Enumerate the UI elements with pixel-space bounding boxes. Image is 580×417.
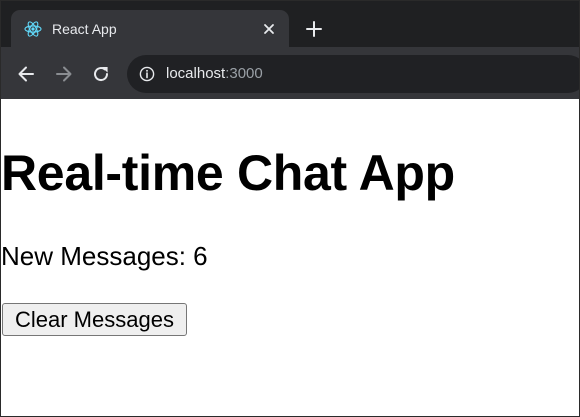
url-host: localhost: [166, 65, 226, 82]
info-icon[interactable]: [139, 66, 155, 82]
react-logo-icon: [24, 20, 42, 38]
close-tab-icon[interactable]: [260, 20, 278, 38]
browser-toolbar: localhost:3000: [1, 47, 579, 99]
browser-tabstrip: React App: [1, 1, 579, 48]
back-arrow-icon[interactable]: [16, 64, 36, 84]
browser-tab[interactable]: React App: [11, 10, 289, 48]
forward-arrow-icon[interactable]: [54, 64, 74, 84]
url-port: :3000: [225, 65, 263, 82]
clear-messages-button[interactable]: Clear Messages: [2, 303, 187, 336]
address-bar[interactable]: localhost:3000: [127, 55, 579, 93]
page-viewport: Real-time Chat App New Messages: 6 Clear…: [1, 99, 579, 416]
tab-title: React App: [52, 21, 117, 37]
reload-icon[interactable]: [91, 64, 111, 84]
page-title: Real-time Chat App: [1, 145, 455, 201]
new-tab-plus-icon[interactable]: [305, 20, 323, 38]
new-messages-count: New Messages: 6: [1, 241, 208, 271]
url-text: localhost:3000: [166, 65, 263, 83]
screenshot-frame: React App localhost:3000 Real-time Chat …: [0, 0, 580, 417]
